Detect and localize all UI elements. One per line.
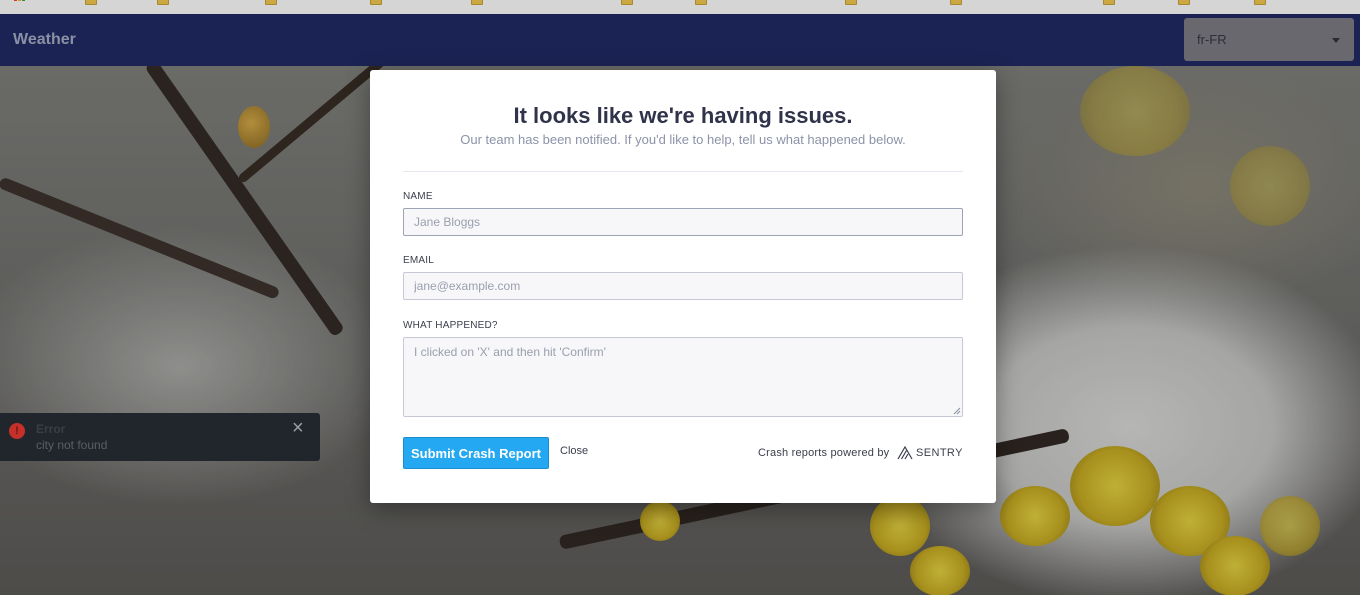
- error-toast: ! Error city not found ×: [0, 413, 320, 461]
- comments-label: WHAT HAPPENED?: [403, 320, 498, 331]
- close-button[interactable]: Close: [560, 445, 588, 457]
- crash-report-dialog: It looks like we're having issues. Our t…: [370, 70, 996, 503]
- powered-by-text: Crash reports powered by: [758, 447, 890, 459]
- name-field[interactable]: [403, 208, 963, 236]
- submit-crash-report-button[interactable]: Submit Crash Report: [403, 437, 549, 469]
- name-label: NAME: [403, 191, 433, 202]
- close-icon[interactable]: ×: [292, 418, 304, 438]
- sentry-brand[interactable]: SENTRY: [916, 447, 963, 459]
- divider: [403, 171, 963, 172]
- toast-message: city not found: [36, 438, 108, 452]
- error-icon: !: [9, 423, 25, 439]
- comments-field[interactable]: [403, 337, 963, 417]
- toast-title: Error: [36, 422, 66, 436]
- email-label: EMAIL: [403, 255, 435, 266]
- resize-grip-icon[interactable]: [953, 407, 961, 415]
- dialog-title: It looks like we're having issues.: [513, 103, 853, 128]
- dialog-subtitle: Our team has been notified. If you'd lik…: [460, 132, 906, 147]
- sentry-logo-icon: [897, 446, 913, 460]
- email-field[interactable]: [403, 272, 963, 300]
